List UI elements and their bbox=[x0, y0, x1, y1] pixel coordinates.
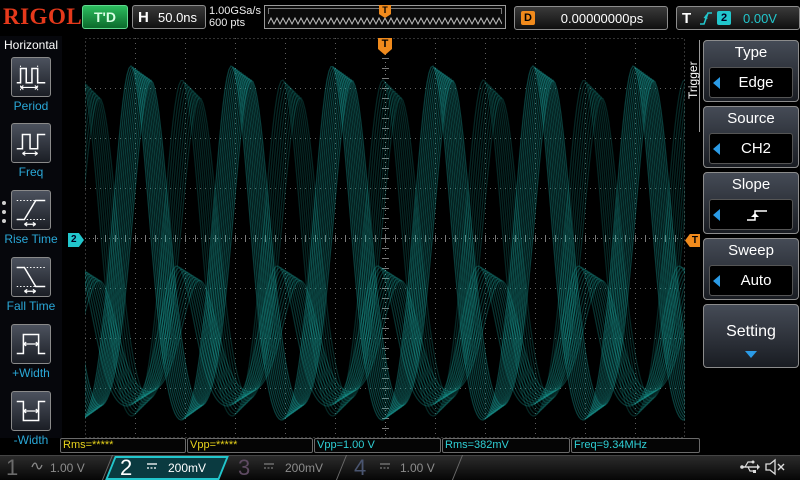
left-arrow-icon bbox=[713, 275, 720, 287]
sidebar-item-fall-time[interactable]: Fall Time bbox=[0, 257, 62, 313]
sidebar-item-label: Period bbox=[13, 99, 49, 113]
menu-item-setting[interactable]: Setting bbox=[703, 304, 799, 368]
channel-1-scale[interactable]: 1.00 V bbox=[50, 461, 85, 475]
memory-position-bar: T bbox=[264, 5, 506, 29]
sidebar-item-positive-width[interactable]: +Width bbox=[0, 324, 62, 380]
sidebar-item-period[interactable]: Period bbox=[0, 57, 62, 113]
run-status-button[interactable]: T'D bbox=[82, 5, 128, 29]
menu-item-title: Slope bbox=[731, 176, 771, 193]
rigol-logo: RIGOL bbox=[3, 4, 83, 29]
usb-icon bbox=[740, 460, 760, 473]
channel-2-offset-marker[interactable]: 2 bbox=[68, 233, 84, 247]
sidebar-item-label: Freq bbox=[18, 165, 44, 179]
dc-coupling-icon bbox=[147, 463, 157, 469]
acquisition-info: 1.00GSa/s 600 pts bbox=[209, 5, 261, 29]
menu-item-value-box[interactable]: Edge bbox=[709, 67, 793, 98]
delay-value: 0.00000000ps bbox=[560, 11, 644, 26]
menu-item-source[interactable]: Source CH2 bbox=[703, 106, 799, 168]
trigger-level-marker[interactable]: T bbox=[685, 234, 700, 247]
trigger-label: T bbox=[682, 10, 692, 27]
timebase-label: H bbox=[138, 9, 149, 26]
channel-2-button[interactable]: 2 bbox=[120, 455, 132, 480]
channel-3-scale[interactable]: 200mV bbox=[285, 461, 323, 475]
delay-label: D bbox=[521, 11, 535, 25]
dc-coupling-icon bbox=[264, 463, 274, 469]
menu-item-value: Auto bbox=[740, 272, 772, 289]
sidebar-item-label: Fall Time bbox=[6, 299, 56, 313]
sidebar-item-label: -Width bbox=[13, 433, 49, 447]
menu-item-slope[interactable]: Slope bbox=[703, 172, 799, 234]
timebase-value: 50.0ns bbox=[158, 10, 198, 25]
sidebar-item-label: Rise Time bbox=[4, 232, 58, 246]
sidebar-item-rise-time[interactable]: Rise Time bbox=[0, 190, 62, 246]
menu-item-value-box[interactable] bbox=[709, 199, 793, 230]
channel-3-button[interactable]: 3 bbox=[238, 455, 250, 480]
memory-preview-trace bbox=[268, 17, 502, 25]
channel-4-scale[interactable]: 1.00 V bbox=[400, 461, 435, 475]
speaker-muted-icon[interactable] bbox=[764, 458, 786, 476]
menu-title: Trigger bbox=[686, 61, 700, 99]
channel-2-scale[interactable]: 200mV bbox=[168, 461, 206, 475]
trigger-level-value: 0.00V bbox=[743, 11, 777, 26]
left-arrow-icon bbox=[713, 143, 720, 155]
freq-icon bbox=[11, 123, 51, 163]
measurement-item: Freq=9.34MHz bbox=[571, 438, 700, 453]
rise-time-icon bbox=[11, 190, 51, 230]
page-indicator-dot bbox=[2, 201, 6, 205]
period-icon bbox=[11, 57, 51, 97]
rising-edge-icon bbox=[699, 11, 713, 31]
trigger-status-display[interactable]: T 2 0.00V bbox=[676, 6, 800, 30]
channel-4-button[interactable]: 4 bbox=[354, 455, 366, 480]
waveform-display[interactable] bbox=[85, 38, 685, 438]
fall-time-icon bbox=[11, 257, 51, 297]
timebase-display[interactable]: H 50.0ns bbox=[132, 5, 206, 29]
measurement-item: Rms=382mV bbox=[442, 438, 570, 453]
menu-item-title: Type bbox=[734, 44, 768, 61]
page-indicator-dot bbox=[2, 210, 6, 214]
measurement-item: Vpp=***** bbox=[187, 438, 313, 453]
menu-item-title: Source bbox=[727, 110, 775, 127]
sidebar-item-negative-width[interactable]: -Width bbox=[0, 391, 62, 447]
menu-item-value: CH2 bbox=[740, 140, 771, 157]
sample-rate: 1.00GSa/s bbox=[209, 5, 261, 17]
down-arrow-icon bbox=[745, 351, 757, 358]
delay-display[interactable]: D 0.00000000ps bbox=[514, 6, 668, 30]
negative-width-icon bbox=[11, 391, 51, 431]
positive-width-icon bbox=[11, 324, 51, 364]
memory-depth: 600 pts bbox=[209, 17, 246, 29]
ac-coupling-icon bbox=[31, 462, 43, 470]
menu-item-sweep[interactable]: Sweep Auto bbox=[703, 238, 799, 300]
left-arrow-icon bbox=[713, 77, 720, 89]
dc-coupling-icon bbox=[380, 463, 390, 469]
rising-edge-icon bbox=[747, 210, 767, 221]
menu-item-value-box[interactable]: CH2 bbox=[709, 133, 793, 164]
measurement-item: Rms=***** bbox=[60, 438, 186, 453]
memory-waveform-preview bbox=[268, 17, 502, 25]
menu-item-title: Sweep bbox=[728, 242, 774, 259]
sidebar-item-label: +Width bbox=[12, 366, 50, 380]
sidebar-title: Horizontal bbox=[3, 38, 59, 52]
page-indicator-dot bbox=[2, 219, 6, 223]
menu-item-value-box[interactable]: Auto bbox=[709, 265, 793, 296]
menu-item-type[interactable]: Type Edge bbox=[703, 40, 799, 102]
channel-1-button[interactable]: 1 bbox=[6, 455, 18, 480]
sidebar-item-freq[interactable]: Freq bbox=[0, 123, 62, 179]
menu-item-title: Setting bbox=[726, 323, 776, 340]
waveform-canvas bbox=[85, 38, 685, 438]
measurement-item: Vpp=1.00 V bbox=[314, 438, 441, 453]
left-arrow-icon bbox=[713, 209, 720, 221]
trigger-source-badge: 2 bbox=[717, 11, 731, 25]
menu-item-value: Edge bbox=[738, 74, 774, 91]
